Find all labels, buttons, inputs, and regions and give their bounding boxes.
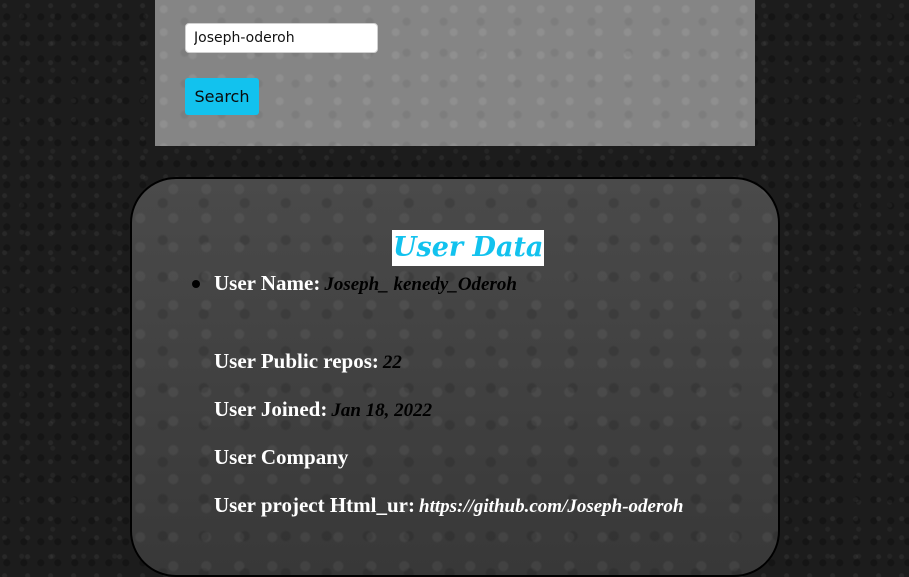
project-url-label: User project Html_ur: [214, 493, 415, 517]
company-label: User Company [214, 445, 349, 469]
public-repos-label: User Public repos: [214, 349, 379, 373]
project-url-link[interactable]: https://github.com/Joseph-oderoh [419, 496, 683, 517]
user-name-row: User Name: Joseph_ kenedy_Oderoh [214, 271, 517, 296]
project-url-row: User project Html_ur: https://github.com… [214, 493, 683, 518]
username-search-input[interactable] [185, 23, 378, 53]
joined-value: Jan 18, 2022 [331, 400, 433, 421]
joined-row: User Joined: Jan 18, 2022 [214, 397, 432, 422]
user-name-label: User Name: [214, 271, 321, 295]
list-bullet [192, 280, 200, 288]
user-data-title: User Data [392, 230, 545, 266]
user-data-card: User Data User Name: Joseph_ kenedy_Oder… [130, 177, 780, 577]
search-panel: Search [155, 0, 755, 146]
company-row: User Company [214, 445, 348, 470]
public-repos-value: 22 [382, 352, 402, 373]
joined-label: User Joined: [214, 397, 328, 421]
public-repos-row: User Public repos: 22 [214, 349, 402, 374]
user-name-value: Joseph_ kenedy_Oderoh [324, 274, 517, 295]
search-button[interactable]: Search [185, 78, 259, 115]
